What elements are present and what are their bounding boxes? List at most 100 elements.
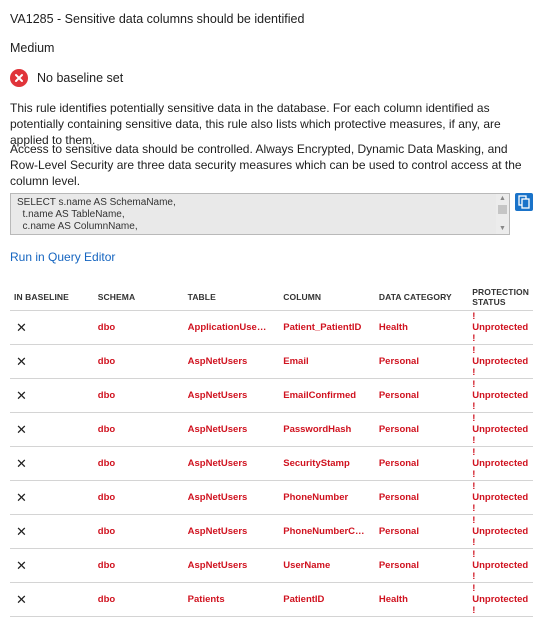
cell-data-category-text: Personal — [378, 424, 419, 435]
run-in-query-editor-link[interactable]: Run in Query Editor — [10, 250, 115, 264]
not-in-baseline-icon-text: ✕ — [16, 523, 27, 539]
cell-column: Patient_PatientID — [279, 310, 375, 345]
header-schema[interactable]: SCHEMA — [94, 283, 184, 311]
cell-protection-status: ! Unprotected ! — [468, 344, 533, 379]
not-in-baseline-icon: ✕ — [10, 446, 94, 481]
cell-schema: dbo — [93, 548, 184, 583]
cell-column: PhoneNumber — [279, 480, 375, 515]
table-row[interactable]: ✕ dbo AspNetUsers PasswordHash Personal ! Unp… — [10, 412, 533, 447]
table-row[interactable]: ✕ dbo AspNetUsers UserName Personal ! Unprote… — [10, 548, 533, 583]
cell-column-text: PhoneNumberCo... — [283, 526, 366, 537]
cell-table-text: AspNetUsers — [187, 356, 248, 367]
header-data-category[interactable]: DATA CATEGORY — [375, 283, 468, 311]
cell-column: EmailConfirmed — [279, 378, 375, 413]
sensitive-columns-table: IN BASELINE SCHEMA TABLE COLUMN DATA CAT… — [10, 283, 533, 617]
cell-data-category-text: Health — [378, 594, 408, 605]
cell-column-text: UserName — [283, 560, 331, 571]
severity-label: Medium — [10, 41, 55, 55]
cell-table: ApplicationUserP... — [183, 310, 280, 345]
header-column[interactable]: COLUMN — [279, 283, 375, 311]
cell-data-category-text: Personal — [378, 390, 419, 401]
cell-column: UserName — [279, 548, 375, 583]
cell-protection-status-text: ! Unprotected ! — [472, 583, 529, 616]
cell-column-text: PatientID — [283, 594, 325, 605]
cell-data-category-text: Personal — [378, 492, 419, 503]
cell-table-text: AspNetUsers — [187, 492, 248, 503]
cell-protection-status: ! Unprotected ! — [468, 310, 533, 345]
cell-column: PhoneNumberCo... — [279, 514, 375, 549]
cell-table: AspNetUsers — [183, 344, 280, 379]
header-table[interactable]: TABLE — [184, 283, 280, 311]
not-in-baseline-icon: ✕ — [10, 514, 94, 549]
cell-column: SecurityStamp — [279, 446, 375, 481]
cell-column: Email — [279, 344, 375, 379]
not-in-baseline-icon: ✕ — [10, 310, 94, 345]
not-in-baseline-icon: ✕ — [10, 378, 94, 413]
cell-data-category: Personal — [374, 514, 469, 549]
cell-schema-text: dbo — [97, 322, 116, 333]
baseline-status: No baseline set — [10, 67, 123, 89]
table-row[interactable]: ✕ dbo AspNetUsers PhoneNumber Personal ! Unpr… — [10, 480, 533, 515]
cell-data-category: Personal — [374, 446, 469, 481]
cell-protection-status-text: ! Unprotected ! — [472, 311, 529, 344]
cell-table-text: ApplicationUserP... — [187, 322, 270, 333]
cell-table: AspNetUsers — [183, 480, 280, 515]
not-in-baseline-icon-text: ✕ — [16, 319, 27, 335]
cell-table: AspNetUsers — [183, 548, 280, 583]
cell-table-text: Patients — [187, 594, 225, 605]
not-in-baseline-icon-text: ✕ — [16, 353, 27, 369]
baseline-status-text: No baseline set — [37, 71, 124, 85]
table-row[interactable]: ✕ dbo AspNetUsers EmailConfirmed Personal ! U… — [10, 378, 533, 413]
not-in-baseline-icon: ✕ — [10, 582, 94, 617]
cell-column-text: SecurityStamp — [283, 458, 350, 469]
cell-protection-status: ! Unprotected ! — [468, 582, 533, 617]
cell-column-text: Email — [283, 356, 309, 367]
error-circle-icon — [10, 69, 28, 87]
cell-protection-status-text: ! Unprotected ! — [472, 481, 529, 514]
cell-data-category: Personal — [374, 480, 469, 515]
query-line: t.name AS TableName, — [17, 209, 125, 220]
cell-protection-status: ! Unprotected ! — [468, 514, 533, 549]
table-header-row: IN BASELINE SCHEMA TABLE COLUMN DATA CAT… — [10, 283, 533, 311]
header-in-baseline[interactable]: IN BASELINE — [10, 283, 94, 311]
not-in-baseline-icon: ✕ — [10, 480, 94, 515]
cell-schema-text: dbo — [97, 560, 116, 571]
cell-column-text: Patient_PatientID — [283, 322, 362, 333]
cell-schema-text: dbo — [97, 390, 116, 401]
cell-data-category-text: Personal — [378, 356, 419, 367]
table-row[interactable]: ✕ dbo Patients PatientID Health ! Unprotected… — [10, 582, 533, 617]
table-row[interactable]: ✕ dbo AspNetUsers PhoneNumberCo... Personal!… — [10, 514, 533, 549]
cell-protection-status-text: ! Unprotected ! — [472, 345, 529, 378]
copy-query-button[interactable] — [515, 193, 533, 211]
header-protection-status[interactable]: PROTECTION STATUS — [468, 283, 533, 311]
cell-schema: dbo — [93, 310, 184, 345]
table-row[interactable]: ✕ dbo AspNetUsers SecurityStamp Personal ! Un… — [10, 446, 533, 481]
cell-data-category-text: Personal — [378, 458, 419, 469]
cell-column: PatientID — [279, 582, 375, 617]
cell-protection-status: ! Unprotected ! — [468, 446, 533, 481]
copy-icon — [518, 195, 530, 209]
cell-schema-text: dbo — [97, 594, 116, 605]
table-row[interactable]: ✕ dbo ApplicationUserP... Patient_PatientID… — [10, 310, 533, 345]
not-in-baseline-icon-text: ✕ — [16, 489, 27, 505]
cell-column: PasswordHash — [279, 412, 375, 447]
cell-schema-text: dbo — [97, 356, 116, 367]
scroll-down-arrow-icon[interactable]: ▼ — [496, 224, 509, 234]
query-text-box[interactable]: SELECT s.name AS SchemaName, t.name AS T… — [10, 193, 510, 235]
cell-protection-status: ! Unprotected ! — [468, 378, 533, 413]
cell-data-category: Personal — [374, 344, 469, 379]
cell-schema: dbo — [93, 344, 184, 379]
not-in-baseline-icon: ✕ — [10, 344, 94, 379]
scroll-thumb[interactable] — [498, 205, 507, 214]
rule-title: VA1285 - Sensitive data columns should b… — [10, 12, 305, 26]
rule-details-panel: VA1285 - Sensitive data columns should b… — [0, 0, 543, 617]
table-row[interactable]: ✕ dbo AspNetUsers Email Personal ! Unprotecte… — [10, 344, 533, 379]
not-in-baseline-icon: ✕ — [10, 548, 94, 583]
cell-column-text: EmailConfirmed — [283, 390, 357, 401]
scroll-up-arrow-icon[interactable]: ▲ — [496, 194, 509, 204]
cell-table: AspNetUsers — [183, 412, 280, 447]
query-line: c.name AS ColumnName, — [17, 221, 138, 232]
query-scrollbar[interactable]: ▲ ▼ — [496, 194, 509, 234]
cell-schema-text: dbo — [97, 526, 116, 537]
not-in-baseline-icon-text: ✕ — [16, 557, 27, 573]
